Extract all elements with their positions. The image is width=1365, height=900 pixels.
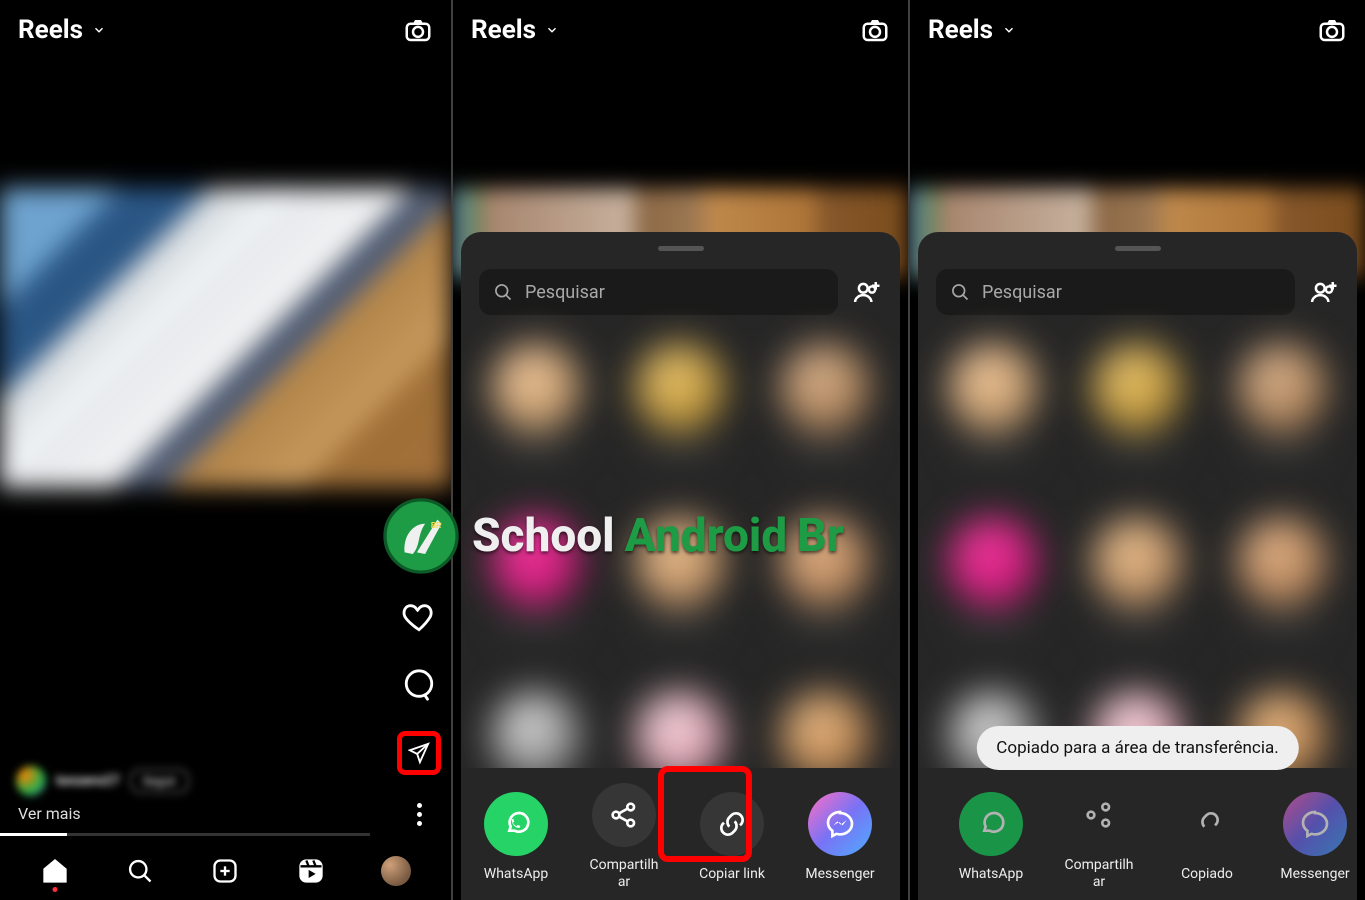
camera-icon[interactable] <box>860 15 890 45</box>
share-messenger[interactable]: Messenger <box>1272 792 1357 883</box>
share-whatsapp[interactable]: WhatsApp <box>473 792 559 883</box>
share-copied[interactable]: Copiado <box>1164 792 1250 883</box>
search-input[interactable]: Pesquisar <box>936 269 1295 315</box>
contact-item[interactable] <box>768 517 882 627</box>
contact-item[interactable] <box>623 517 737 627</box>
contact-item[interactable] <box>1225 343 1339 453</box>
author-row[interactable]: tonzero27 Seguir <box>0 758 370 804</box>
screen-share-sheet-copied: Reels Pesquisar <box>910 0 1365 900</box>
reel-video-preview[interactable] <box>0 188 451 488</box>
caption-block <box>0 560 370 700</box>
comment-button[interactable] <box>397 663 441 707</box>
share-label: Copiar link <box>699 866 765 883</box>
search-icon <box>950 282 970 302</box>
link-icon <box>1175 792 1239 856</box>
share-icon <box>592 783 656 847</box>
drag-handle[interactable] <box>658 246 704 251</box>
messenger-icon <box>1283 792 1347 856</box>
screen-reels-feed: Reels tonzero27 Seguir Ver mais <box>0 0 453 900</box>
page-title: Reels <box>18 15 83 45</box>
share-sheet: Pesquisar <box>461 232 900 900</box>
share-label: Messenger <box>805 866 874 883</box>
share-label: Compartilh ar <box>1064 857 1133 891</box>
page-title: Reels <box>928 15 993 45</box>
search-input[interactable]: Pesquisar <box>479 269 838 315</box>
like-button[interactable] <box>397 595 441 639</box>
share-label: WhatsApp <box>959 866 1023 883</box>
search-icon <box>493 282 513 302</box>
screen-share-sheet: Reels Pesquisar <box>453 0 910 900</box>
nav-create[interactable] <box>210 856 240 886</box>
contact-item[interactable] <box>936 343 1050 453</box>
contacts-grid <box>479 343 882 801</box>
follow-button[interactable]: Seguir <box>130 769 190 793</box>
contact-item[interactable] <box>623 343 737 453</box>
contact-item[interactable] <box>1080 343 1194 453</box>
reel-info-panel: tonzero27 Seguir Ver mais <box>0 560 370 836</box>
caption-block-2 <box>0 706 360 758</box>
share-whatsapp[interactable]: WhatsApp <box>948 792 1034 883</box>
notification-dot-icon <box>52 887 57 892</box>
nav-search[interactable] <box>125 856 155 886</box>
nav-home[interactable] <box>40 856 70 886</box>
video-progress-fill <box>0 833 67 836</box>
nav-profile[interactable] <box>381 856 411 886</box>
share-label: Compartilh ar <box>589 857 658 891</box>
more-options-button[interactable] <box>407 799 432 830</box>
share-sheet: Pesquisar <box>918 232 1357 900</box>
top-bar: Reels <box>0 0 451 60</box>
nav-reels[interactable] <box>296 856 326 886</box>
add-people-button[interactable] <box>852 277 882 307</box>
contact-item[interactable] <box>1080 517 1194 627</box>
contact-item[interactable] <box>768 343 882 453</box>
reels-title-dropdown[interactable]: Reels <box>18 15 107 45</box>
top-bar: Reels <box>453 0 908 60</box>
author-avatar[interactable] <box>16 766 46 796</box>
contact-item[interactable] <box>1225 517 1339 627</box>
top-bar: Reels <box>910 0 1365 60</box>
video-progress[interactable] <box>0 833 370 836</box>
share-generic[interactable]: Compartilh ar <box>581 783 667 891</box>
contact-item[interactable] <box>479 343 593 453</box>
reels-title-dropdown[interactable]: Reels <box>471 15 560 45</box>
share-label: Messenger <box>1280 866 1349 883</box>
whatsapp-icon <box>484 792 548 856</box>
drag-handle[interactable] <box>1115 246 1161 251</box>
chevron-down-icon <box>544 22 560 38</box>
share-button[interactable] <box>397 731 441 775</box>
search-row: Pesquisar <box>479 269 882 315</box>
share-options-row: WhatsApp Compartilh ar Copiado <box>918 768 1357 900</box>
share-icon <box>1067 783 1131 847</box>
link-icon <box>700 792 764 856</box>
toast-copied: Copiado para a área de transferência. <box>976 726 1298 770</box>
share-generic[interactable]: Compartilh ar <box>1056 783 1142 891</box>
whatsapp-icon <box>959 792 1023 856</box>
search-placeholder: Pesquisar <box>982 282 1062 303</box>
right-action-rail <box>397 595 441 830</box>
add-people-button[interactable] <box>1309 277 1339 307</box>
page-title: Reels <box>471 15 536 45</box>
bottom-navigation <box>0 842 451 900</box>
chevron-down-icon <box>91 22 107 38</box>
share-label: WhatsApp <box>484 866 548 883</box>
search-row: Pesquisar <box>936 269 1339 315</box>
share-options-row: WhatsApp Compartilh ar Copiar link <box>461 768 900 900</box>
search-placeholder: Pesquisar <box>525 282 605 303</box>
contact-item[interactable] <box>936 517 1050 627</box>
author-name: tonzero27 <box>56 773 120 789</box>
share-messenger[interactable]: Messenger <box>797 792 883 883</box>
reels-title-dropdown[interactable]: Reels <box>928 15 1017 45</box>
toast-text: Copiado para a área de transferência. <box>996 738 1278 758</box>
contact-item[interactable] <box>479 517 593 627</box>
share-label: Copiado <box>1181 866 1233 883</box>
messenger-icon <box>808 792 872 856</box>
see-more[interactable]: Ver mais <box>0 804 370 833</box>
camera-icon[interactable] <box>403 15 433 45</box>
share-copy-link[interactable]: Copiar link <box>689 792 775 883</box>
chevron-down-icon <box>1001 22 1017 38</box>
camera-icon[interactable] <box>1317 15 1347 45</box>
